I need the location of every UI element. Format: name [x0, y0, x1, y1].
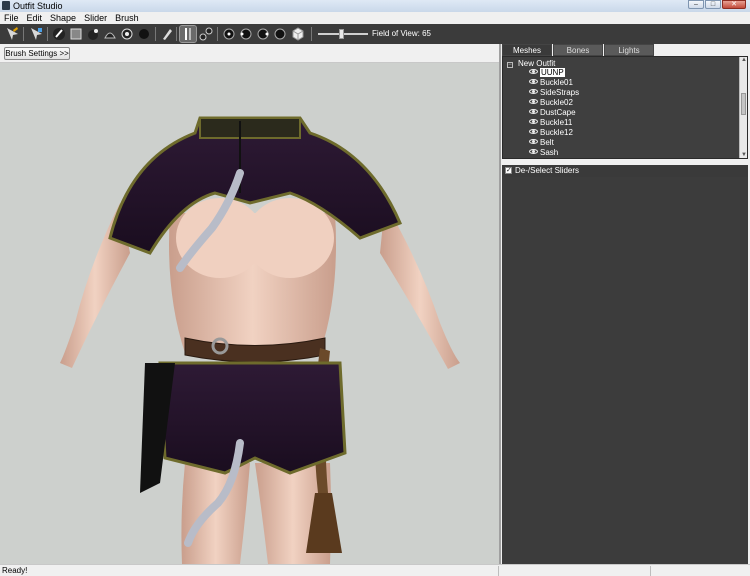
eye-icon[interactable] — [529, 99, 538, 104]
menu-file[interactable]: File — [0, 12, 23, 24]
eye-icon[interactable] — [529, 129, 538, 134]
mesh-tree: − New Outfit UUNP Buckle01 SideStraps Buc… — [502, 56, 748, 159]
tree-item-uunp[interactable]: UUNP — [529, 68, 565, 78]
tree-item-belt[interactable]: Belt — [529, 138, 554, 148]
color-brush-icon[interactable] — [159, 26, 175, 42]
tree-scrollbar[interactable]: ▲ ▼ — [739, 57, 747, 158]
minimize-button[interactable]: – — [688, 0, 704, 9]
menu-bar: File Edit Shape Slider Brush — [0, 12, 750, 24]
status-text: Ready! — [2, 566, 28, 575]
scroll-down-icon[interactable]: ▼ — [741, 152, 747, 158]
tree-item-sash[interactable]: Sash — [529, 148, 558, 158]
select-brush-icon[interactable] — [4, 26, 20, 42]
title-bar: Outfit Studio – □ ✕ — [0, 0, 750, 12]
right-arm — [380, 203, 460, 369]
tree-item-sidestraps[interactable]: SideStraps — [529, 88, 579, 98]
scroll-up-icon[interactable]: ▲ — [741, 57, 747, 63]
toolbar-separator — [217, 27, 218, 41]
view-left-icon[interactable] — [238, 26, 254, 42]
eye-icon[interactable] — [529, 89, 538, 94]
view-perspective-icon[interactable] — [290, 26, 306, 42]
field-of-view-label: Field of View: 65 — [372, 29, 431, 38]
tab-meshes[interactable]: Meshes — [502, 44, 552, 56]
eye-icon[interactable] — [529, 139, 538, 144]
tree-item-buckle02[interactable]: Buckle02 — [529, 98, 573, 108]
deselect-sliders-toggle[interactable]: De-/Select Sliders — [502, 165, 748, 177]
eye-icon[interactable] — [529, 69, 538, 74]
pane-tabs: Meshes Bones Lights — [502, 44, 655, 56]
toolbar-separator — [155, 27, 156, 41]
tree-item-buckle01[interactable]: Buckle01 — [529, 78, 573, 88]
model-render — [60, 116, 460, 564]
tree-root-label: New Outfit — [518, 59, 556, 68]
deflate-brush-icon[interactable] — [85, 26, 101, 42]
close-button[interactable]: ✕ — [722, 0, 746, 9]
edit-pivot-icon[interactable] — [179, 25, 197, 43]
menu-shape[interactable]: Shape — [46, 12, 80, 24]
toolbar-separator — [311, 27, 312, 41]
outfit-pane: Meshes Bones Lights − New Outfit UUNP Buc… — [501, 44, 750, 564]
toolbar-separator — [176, 27, 177, 41]
sliders-panel — [502, 177, 748, 564]
window-controls: – □ ✕ — [687, 0, 746, 10]
field-of-view-slider-thumb[interactable] — [338, 29, 344, 39]
tree-root[interactable]: − New Outfit — [507, 59, 555, 68]
eye-icon[interactable] — [529, 109, 538, 114]
sliders-checkbox[interactable] — [505, 165, 512, 177]
weight-brush-icon[interactable] — [136, 26, 152, 42]
eye-icon[interactable] — [529, 149, 538, 154]
status-separator — [650, 566, 651, 576]
window-title: Outfit Studio — [13, 1, 63, 11]
eye-icon[interactable] — [529, 79, 538, 84]
mask-brush-icon[interactable] — [51, 26, 67, 42]
sliders-toggle-label: De-/Select Sliders — [515, 166, 580, 175]
viewport-pane: Brush Settings >> — [0, 44, 499, 564]
tree-item-buckle12[interactable]: Buckle12 — [529, 128, 573, 138]
menu-edit[interactable]: Edit — [23, 12, 47, 24]
tab-lights[interactable]: Lights — [604, 44, 654, 56]
view-right-icon[interactable] — [255, 26, 271, 42]
left-leg — [181, 463, 250, 564]
toolbar-separator — [47, 27, 48, 41]
skirt — [158, 361, 347, 475]
menu-brush[interactable]: Brush — [111, 12, 143, 24]
chest-right — [246, 198, 334, 278]
segment-icon[interactable] — [198, 26, 214, 42]
collapse-icon[interactable]: − — [507, 62, 513, 68]
brush-settings-bar: Brush Settings >> — [0, 44, 499, 63]
transform-brush-icon[interactable] — [28, 26, 44, 42]
3d-viewport[interactable] — [0, 63, 499, 564]
cape-collar — [199, 117, 301, 139]
app-icon — [2, 1, 10, 10]
scrollbar-thumb[interactable] — [741, 93, 746, 115]
smooth-brush-icon[interactable] — [119, 26, 135, 42]
tree-item-buckle11[interactable]: Buckle11 — [529, 118, 572, 128]
menu-slider[interactable]: Slider — [80, 12, 111, 24]
view-back-icon[interactable] — [272, 26, 288, 42]
inflate-brush-icon[interactable] — [68, 26, 84, 42]
view-front-icon[interactable] — [221, 26, 237, 42]
eye-icon[interactable] — [529, 119, 538, 124]
status-separator — [498, 566, 499, 576]
maximize-button[interactable]: □ — [705, 0, 721, 9]
tab-bones[interactable]: Bones — [553, 44, 603, 56]
move-brush-icon[interactable] — [102, 26, 118, 42]
brush-settings-button[interactable]: Brush Settings >> — [4, 47, 70, 60]
toolbar-separator — [23, 27, 24, 41]
tree-item-dustcape[interactable]: DustCape — [529, 108, 576, 118]
status-bar: Ready! — [0, 564, 750, 576]
